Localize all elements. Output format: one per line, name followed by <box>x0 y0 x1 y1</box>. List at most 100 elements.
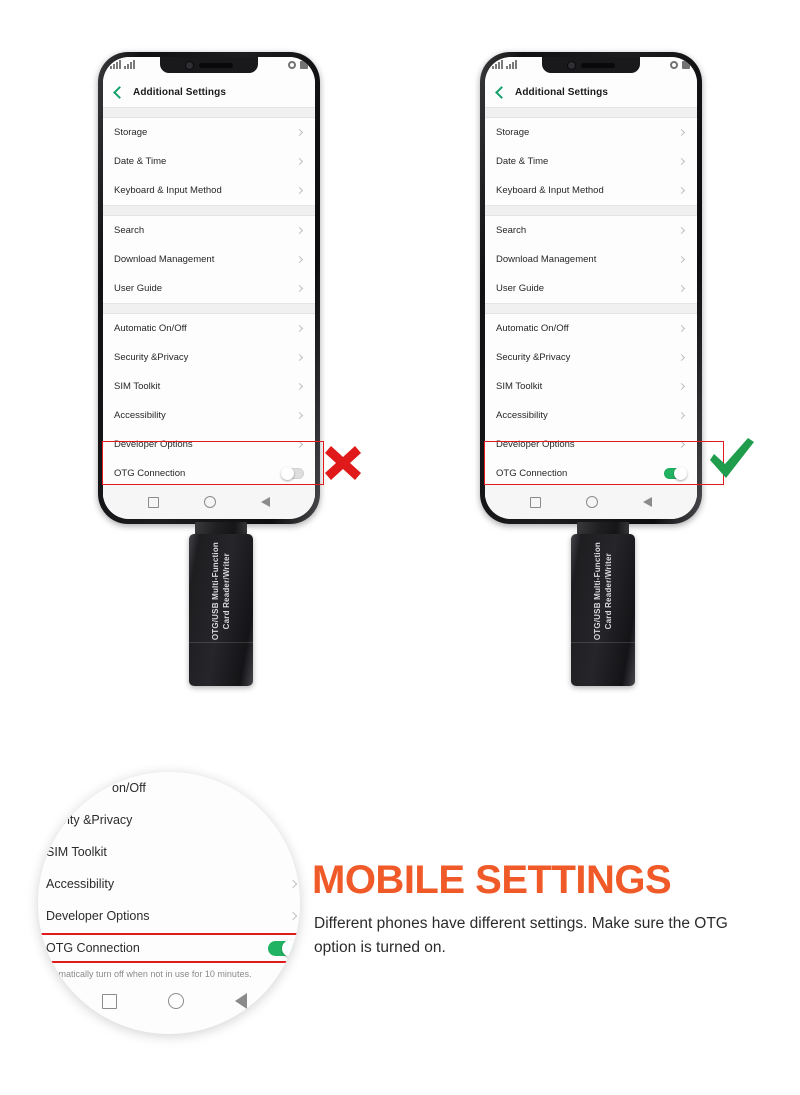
chevron-right-icon <box>295 324 304 333</box>
list-item[interactable]: Developer Options <box>485 430 697 459</box>
group-divider <box>103 107 315 118</box>
list-item[interactable]: SIM Toolkit <box>38 836 300 868</box>
earpiece-speaker-icon <box>581 62 615 68</box>
otg-card-reader-right: OTG/USB Multi-Function Card Reader/Write… <box>558 522 648 697</box>
chevron-right-icon <box>295 128 304 137</box>
list-item-label: OTG Connection <box>46 941 140 955</box>
otg-toggle-on[interactable] <box>268 939 299 957</box>
chevron-right-icon <box>295 411 304 420</box>
list-item[interactable]: Automatic On/Off <box>103 314 315 343</box>
list-item[interactable]: Download Management <box>485 245 697 274</box>
recents-square-icon[interactable] <box>147 496 159 508</box>
phone-otg-off: Additional Settings Storage Date & Time … <box>98 52 324 524</box>
list-item[interactable]: Accessibility <box>103 401 315 430</box>
back-chevron-icon[interactable] <box>495 85 508 99</box>
list-item[interactable]: Search <box>103 216 315 245</box>
status-bar <box>103 57 315 77</box>
app-bar: Additional Settings <box>103 77 315 107</box>
status-right-icons <box>288 61 308 69</box>
list-item-label: Storage <box>114 127 148 138</box>
group-divider <box>485 107 697 118</box>
list-item[interactable]: Date & Time <box>485 147 697 176</box>
dongle-seam <box>571 642 635 643</box>
list-item-label: SIM Toolkit <box>114 381 161 392</box>
status-right-icons <box>670 61 690 69</box>
back-triangle-icon[interactable] <box>643 497 653 507</box>
chevron-right-icon <box>677 382 686 391</box>
list-item[interactable]: Accessibility <box>38 868 300 900</box>
list-item[interactable]: Security &Privacy <box>485 343 697 372</box>
group-divider <box>103 303 315 314</box>
signal-bars-icon <box>492 60 517 69</box>
otg-toggle-off[interactable] <box>281 467 304 480</box>
battery-icon <box>682 61 690 69</box>
back-chevron-icon[interactable] <box>113 85 126 99</box>
chevron-right-icon <box>288 911 298 921</box>
x-mark-icon <box>322 442 364 484</box>
chevron-right-icon <box>677 255 686 264</box>
chevron-right-icon <box>677 226 686 235</box>
list-item[interactable]: SIM Toolkit <box>103 372 315 401</box>
list-item-label: Developer Options <box>114 439 193 450</box>
list-item[interactable]: Date & Time <box>103 147 315 176</box>
list-item-otg-connection[interactable]: OTG Connection <box>103 459 315 488</box>
list-item-label: Date & Time <box>496 156 549 167</box>
chevron-right-icon <box>677 284 686 293</box>
chevron-right-icon <box>295 186 304 195</box>
list-item-label: Developer Options <box>496 439 575 450</box>
navigation-bar <box>103 485 315 519</box>
signal-bars-icon <box>110 60 135 69</box>
list-item[interactable]: Search <box>485 216 697 245</box>
body-copy: Different phones have different settings… <box>314 915 728 957</box>
back-triangle-icon[interactable] <box>261 497 271 507</box>
list-item-label: on/Off <box>112 781 146 795</box>
chevron-right-icon <box>677 440 686 449</box>
headline: MOBILE SETTINGS <box>312 858 672 902</box>
list-item-label: Date & Time <box>114 156 167 167</box>
dongle-label-line1: OTG/USB Multi-Function <box>593 541 602 641</box>
group-divider <box>485 205 697 216</box>
gear-icon <box>288 61 296 69</box>
list-item[interactable]: urity &Privacy <box>38 804 300 836</box>
back-triangle-icon[interactable] <box>234 993 247 1009</box>
list-item-label: Download Management <box>114 254 215 265</box>
list-item-otg-connection[interactable]: OTG Connection <box>38 932 300 964</box>
chevron-right-icon <box>295 284 304 293</box>
app-bar: Additional Settings <box>485 77 697 107</box>
home-circle-icon[interactable] <box>203 496 216 508</box>
list-item[interactable]: Automatic On/Off <box>485 314 697 343</box>
list-item[interactable]: User Guide <box>485 274 697 303</box>
navigation-bar <box>485 485 697 519</box>
list-item[interactable]: Security &Privacy <box>103 343 315 372</box>
chevron-right-icon <box>295 157 304 166</box>
list-item-label: Search <box>496 225 527 236</box>
home-circle-icon[interactable] <box>585 496 598 508</box>
group-divider <box>103 205 315 216</box>
list-item-label: Keyboard & Input Method <box>496 185 604 196</box>
list-item[interactable]: Keyboard & Input Method <box>103 176 315 205</box>
list-item-label: OTG Connection <box>496 468 568 479</box>
list-item-otg-connection[interactable]: OTG Connection <box>485 459 697 488</box>
list-item-label: Automatic On/Off <box>496 323 569 334</box>
magnified-settings-circle: on/Off urity &Privacy SIM Toolkit Access… <box>38 772 300 1034</box>
list-item[interactable]: Download Management <box>103 245 315 274</box>
list-item[interactable]: User Guide <box>103 274 315 303</box>
home-circle-icon[interactable] <box>167 993 184 1009</box>
chevron-right-icon <box>677 157 686 166</box>
otg-toggle-on[interactable] <box>664 467 687 480</box>
list-item[interactable]: Keyboard & Input Method <box>485 176 697 205</box>
list-item-label: Accessibility <box>46 877 115 891</box>
recents-square-icon[interactable] <box>529 496 541 508</box>
list-item[interactable]: Developer Options <box>103 430 315 459</box>
dongle-body: OTG/USB Multi-Function Card Reader/Write… <box>571 534 635 686</box>
list-item[interactable]: Storage <box>485 118 697 147</box>
check-mark-icon <box>706 436 756 486</box>
list-item[interactable]: Developer Options <box>38 900 300 932</box>
list-item[interactable]: Accessibility <box>485 401 697 430</box>
page-title: Additional Settings <box>515 86 609 98</box>
dongle-label: OTG/USB Multi-Function Card Reader/Write… <box>189 542 253 640</box>
list-item[interactable]: Storage <box>103 118 315 147</box>
list-item[interactable]: on/Off <box>38 772 300 804</box>
recents-square-icon[interactable] <box>101 993 117 1009</box>
list-item[interactable]: SIM Toolkit <box>485 372 697 401</box>
